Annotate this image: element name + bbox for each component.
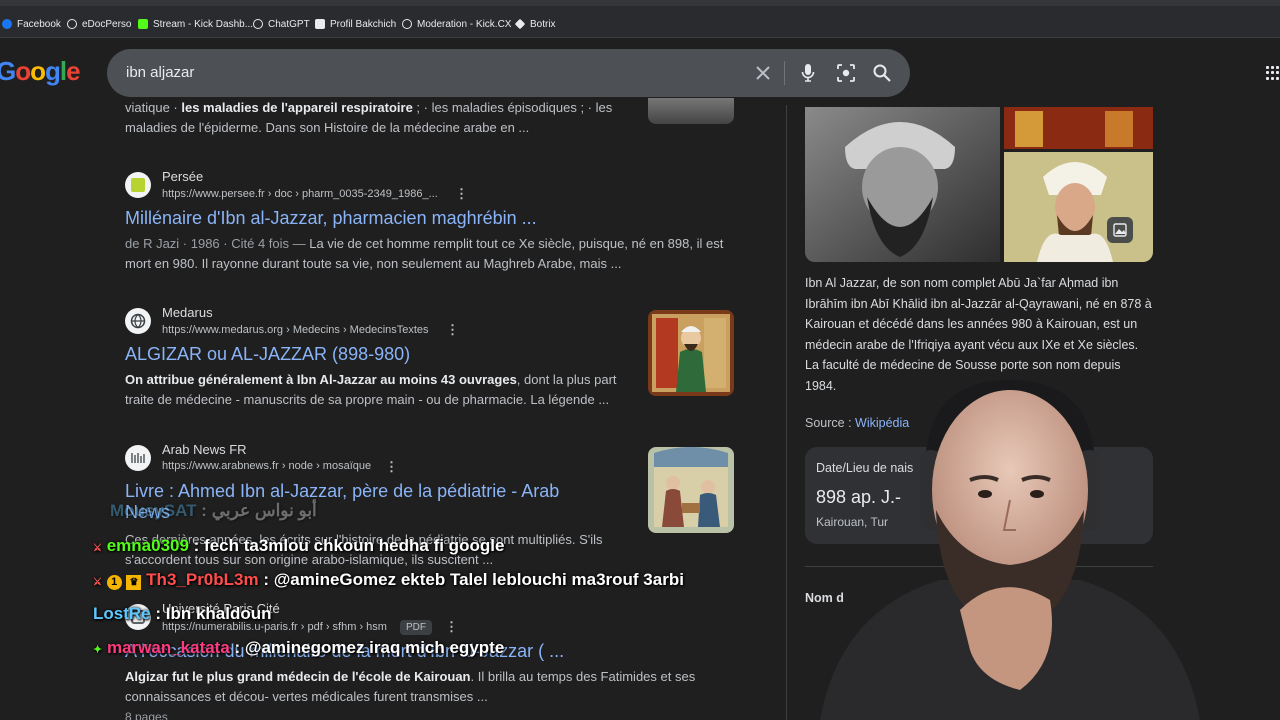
chat-sword-icon: ⚔ <box>93 543 102 554</box>
result-url[interactable]: https://www.medarus.org › Medecins › Med… <box>162 324 429 336</box>
bookmark-moderation-kick[interactable]: Moderation - Kick.CX <box>402 15 511 33</box>
result-site-name: Medarus <box>162 305 213 320</box>
chat-leaf-icon: ✦ <box>93 644 103 656</box>
result-title-link[interactable]: ALGIZAR ou AL-JAZZAR (898-980) <box>125 344 410 365</box>
kick-icon <box>138 19 148 29</box>
bookmark-facebook[interactable]: Facebook <box>2 15 61 33</box>
result-url[interactable]: https://www.arabnews.fr › node › mosaïqu… <box>162 460 371 472</box>
webcam-overlay <box>760 360 1230 720</box>
chat-message: ✦ marwan_katata : @aminegomez iraq mich … <box>93 638 505 657</box>
result-url[interactable]: https://www.persee.fr › doc › pharm_0035… <box>162 188 438 200</box>
bookmark-chatgpt[interactable]: ChatGPT <box>253 15 310 33</box>
facebook-icon <box>2 19 12 29</box>
microphone-icon[interactable] <box>796 61 820 85</box>
botrix-icon <box>514 18 526 30</box>
bookmark-kick-dashboard[interactable]: Stream - Kick Dashb... <box>138 15 253 33</box>
clear-icon[interactable] <box>751 61 775 85</box>
pdf-badge: PDF <box>400 620 432 635</box>
moderation-icon <box>402 19 412 29</box>
bookmark-edocperso[interactable]: eDocPerso <box>67 15 131 33</box>
bookmark-profil-bakchich[interactable]: Profil Bakchich <box>315 15 396 33</box>
bakchich-icon <box>315 19 325 29</box>
persee-favicon <box>125 172 151 198</box>
bookmarks-bar: Facebook eDocPerso Stream - Kick Dashb..… <box>0 0 1280 38</box>
result-title-link[interactable]: Millénaire d'Ibn al-Jazzar, pharmacien m… <box>125 208 537 229</box>
arabnews-favicon <box>125 445 151 471</box>
tab-strip <box>0 0 1280 6</box>
google-logo[interactable]: Google <box>0 56 81 87</box>
apps-grid-icon[interactable] <box>1266 66 1280 80</box>
result-site-name: Persée <box>162 169 204 184</box>
chat-badge-icon: 1 <box>106 575 122 590</box>
result-thumbnail[interactable] <box>648 310 734 396</box>
chatgpt-icon <box>253 19 263 29</box>
search-box[interactable]: ibn aljazar <box>107 49 910 97</box>
more-options-icon[interactable]: ⋮ <box>455 186 468 202</box>
knowledge-panel-images[interactable] <box>805 107 1153 262</box>
search-input[interactable]: ibn aljazar <box>126 64 194 81</box>
chat-message: MousySAT : أبو نواس عربي <box>110 501 317 520</box>
chat-message: LostRe : Ibn khaldoun <box>93 604 272 623</box>
result-snippet: On attribue généralement à Ibn Al-Jazzar… <box>125 372 617 407</box>
lens-icon[interactable] <box>834 61 858 85</box>
search-icon[interactable] <box>870 61 894 85</box>
result-thumbnail[interactable] <box>648 447 734 533</box>
chat-message: ⚔ 1 ♛ Th3_Pr0bL3m : @amineGomez ekteb Ta… <box>93 570 684 590</box>
bookmark-botrix[interactable]: Botrix <box>514 15 556 33</box>
top-result-snippet: viatique · les maladies de l'appareil re… <box>125 100 613 135</box>
more-options-icon[interactable]: ⋮ <box>445 619 458 635</box>
chat-message: ⚔ emna0309 : fech ta3mlou chkoun hedha f… <box>93 536 505 555</box>
result-site-name: Arab News FR <box>162 442 247 457</box>
medarus-favicon <box>125 308 151 334</box>
more-options-icon[interactable]: ⋮ <box>385 459 398 475</box>
more-options-icon[interactable]: ⋮ <box>446 322 459 338</box>
crown-badge-icon: ♛ <box>126 575 142 590</box>
result-thumbnail[interactable] <box>648 98 734 124</box>
result-snippet: de R Jazi · 1986 · Cité 4 fois — La vie … <box>125 236 724 271</box>
edocperso-icon <box>67 19 77 29</box>
search-divider <box>784 61 785 85</box>
result-snippet: Algizar fut le plus grand médecin de l'é… <box>125 669 696 720</box>
chat-sword-icon: ⚔ <box>93 577 102 588</box>
